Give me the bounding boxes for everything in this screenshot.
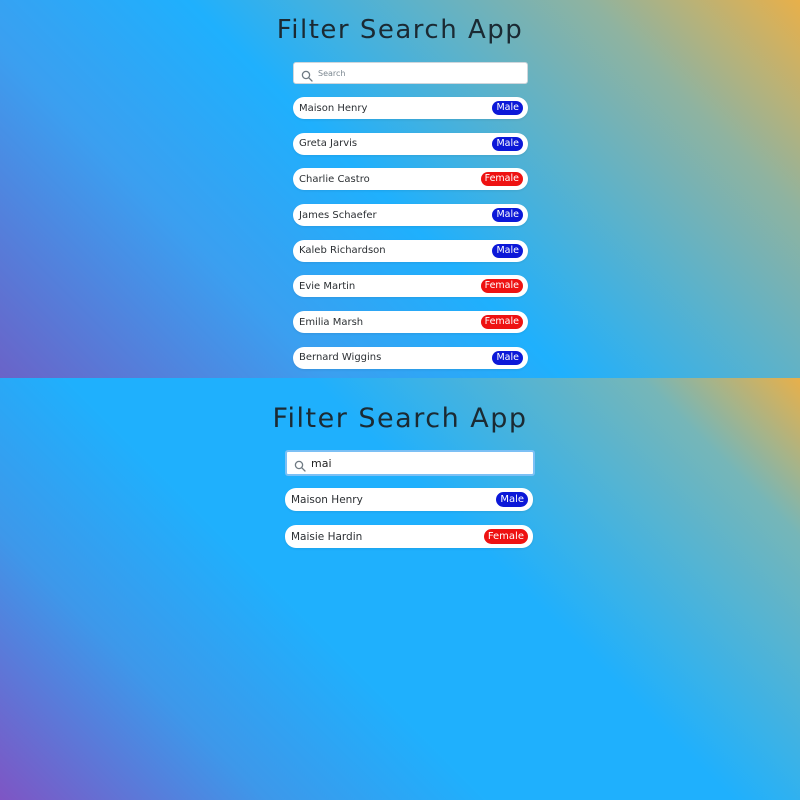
- gender-badge: Male: [492, 208, 523, 223]
- gender-badge: Male: [492, 350, 523, 365]
- person-name: Bernard Wiggins: [299, 352, 382, 364]
- search-box[interactable]: [285, 450, 535, 476]
- list-item[interactable]: James Schaefer Male: [293, 204, 528, 227]
- search-icon: [301, 67, 313, 82]
- list-item[interactable]: Maisie Hardin Female: [285, 525, 533, 548]
- gender-badge: Female: [480, 279, 523, 294]
- list-item[interactable]: Kaleb Richardson Male: [293, 239, 528, 262]
- search-input[interactable]: [311, 456, 533, 470]
- search-icon: [294, 457, 306, 472]
- person-name: Maisie Hardin: [291, 530, 363, 543]
- person-name: Maison Henry: [291, 493, 363, 506]
- person-name: James Schaefer: [299, 209, 377, 221]
- search-box[interactable]: [293, 62, 528, 84]
- gender-badge: Male: [496, 492, 528, 507]
- list-item[interactable]: Charlie Castro Female: [293, 168, 528, 191]
- list-item[interactable]: Maison Henry Male: [285, 488, 533, 511]
- gender-badge: Male: [492, 136, 523, 151]
- gender-badge: Female: [480, 315, 523, 330]
- person-name: Greta Jarvis: [299, 138, 358, 150]
- person-name: Kaleb Richardson: [299, 245, 386, 257]
- list-item[interactable]: Evie Martin Female: [293, 275, 528, 298]
- person-name: Emilia Marsh: [299, 316, 364, 328]
- page-title: Filter Search App: [276, 15, 524, 45]
- page-title: Filter Search App: [272, 403, 528, 434]
- person-name: Maison Henry: [299, 102, 368, 114]
- list-item[interactable]: Maison Henry Male: [293, 97, 528, 119]
- list-item[interactable]: Greta Jarvis Male: [293, 132, 528, 155]
- person-name: Evie Martin: [299, 280, 356, 292]
- person-name: Charlie Castro: [299, 173, 370, 185]
- list-item[interactable]: Bernard Wiggins Male: [293, 346, 528, 369]
- results-list: Maison Henry Male Greta Jarvis Male Char…: [293, 97, 528, 378]
- list-item[interactable]: Emilia Marsh Female: [293, 311, 528, 334]
- gender-badge: Male: [492, 243, 523, 258]
- results-list: Maison Henry Male Maisie Hardin Female: [285, 488, 533, 562]
- gender-badge: Female: [483, 529, 528, 544]
- app-screen-unfiltered: Filter Search App Maison Henry Male Gret…: [0, 0, 800, 378]
- gender-badge: Female: [480, 172, 523, 187]
- search-input[interactable]: [318, 68, 527, 78]
- gender-badge: Male: [492, 101, 523, 115]
- app-screen-filtered: Filter Search App Maison Henry Male Mais…: [0, 378, 800, 800]
